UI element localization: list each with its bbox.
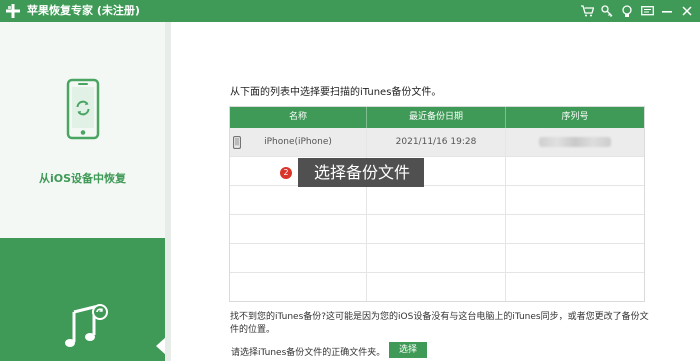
sidebar: 从iOS设备中恢复	[0, 22, 166, 361]
cart-icon[interactable]	[580, 4, 594, 18]
table-row	[230, 273, 644, 301]
table-row	[230, 244, 644, 273]
table-cell-empty	[506, 273, 644, 301]
step-badge: 2	[280, 167, 292, 179]
select-folder-button[interactable]: 选择	[389, 342, 427, 358]
table-cell-empty	[506, 186, 644, 214]
table-cell-empty	[230, 244, 367, 272]
table-cell-empty	[506, 157, 644, 185]
app-logo-icon	[6, 4, 20, 18]
close-icon[interactable]	[680, 4, 694, 18]
device-name: iPhone(iPhone)	[264, 137, 332, 147]
sidebar-item-label: 从iOS设备中恢复	[38, 172, 127, 185]
iphone-icon	[233, 136, 241, 149]
instruction-text: 从下面的列表中选择要扫描的iTunes备份文件。	[230, 87, 442, 98]
table-row	[230, 186, 644, 215]
column-header-serial[interactable]: 序列号	[506, 107, 644, 128]
title-bar-controls	[580, 3, 694, 19]
panel-divider	[165, 22, 171, 361]
column-header-date[interactable]: 最近备份日期	[367, 107, 506, 128]
table-row[interactable]: iPhone(iPhone) 2021/11/16 19:28	[230, 128, 644, 157]
minimize-icon[interactable]	[660, 4, 674, 18]
table-cell-date: 2021/11/16 19:28	[367, 128, 506, 156]
table-cell-empty	[230, 273, 367, 301]
phone-recovery-icon	[66, 78, 100, 140]
table-cell-name: iPhone(iPhone)	[230, 128, 367, 156]
backup-table: 名称 最近备份日期 序列号 iPhone(iPhone) 2021/11/16 …	[229, 106, 645, 302]
table-cell-empty	[230, 215, 367, 243]
window-title: 苹果恢复专家 (未注册)	[27, 4, 140, 17]
table-cell-empty	[367, 215, 506, 243]
table-cell-empty	[506, 215, 644, 243]
title-bar: 苹果恢复专家 (未注册)	[0, 0, 700, 22]
serial-redacted	[539, 137, 611, 147]
table-cell-empty	[367, 186, 506, 214]
step-tooltip: 选择备份文件	[298, 158, 424, 187]
table-cell-empty	[506, 244, 644, 272]
key-icon[interactable]	[600, 4, 614, 18]
table-header: 名称 最近备份日期 序列号	[230, 107, 644, 128]
table-row	[230, 157, 644, 186]
sidebar-item-ios-recovery[interactable]: 从iOS设备中恢复	[0, 22, 165, 238]
table-cell-serial	[506, 128, 644, 156]
table-row	[230, 215, 644, 244]
select-folder-label: 请选择iTunes备份文件的正确文件夹。	[231, 348, 386, 358]
table-cell-empty	[367, 244, 506, 272]
lightbulb-icon[interactable]	[620, 4, 634, 18]
help-note: 找不到您的iTunes备份?这可能是因为您的iOS设备没有与这台电脑上的iTun…	[230, 312, 649, 335]
column-header-name[interactable]: 名称	[230, 107, 367, 128]
sidebar-item-itunes-recovery[interactable]	[0, 238, 166, 361]
table-cell-empty	[230, 186, 367, 214]
message-icon[interactable]	[640, 4, 654, 18]
itunes-music-icon	[65, 304, 108, 347]
table-cell-empty	[367, 273, 506, 301]
